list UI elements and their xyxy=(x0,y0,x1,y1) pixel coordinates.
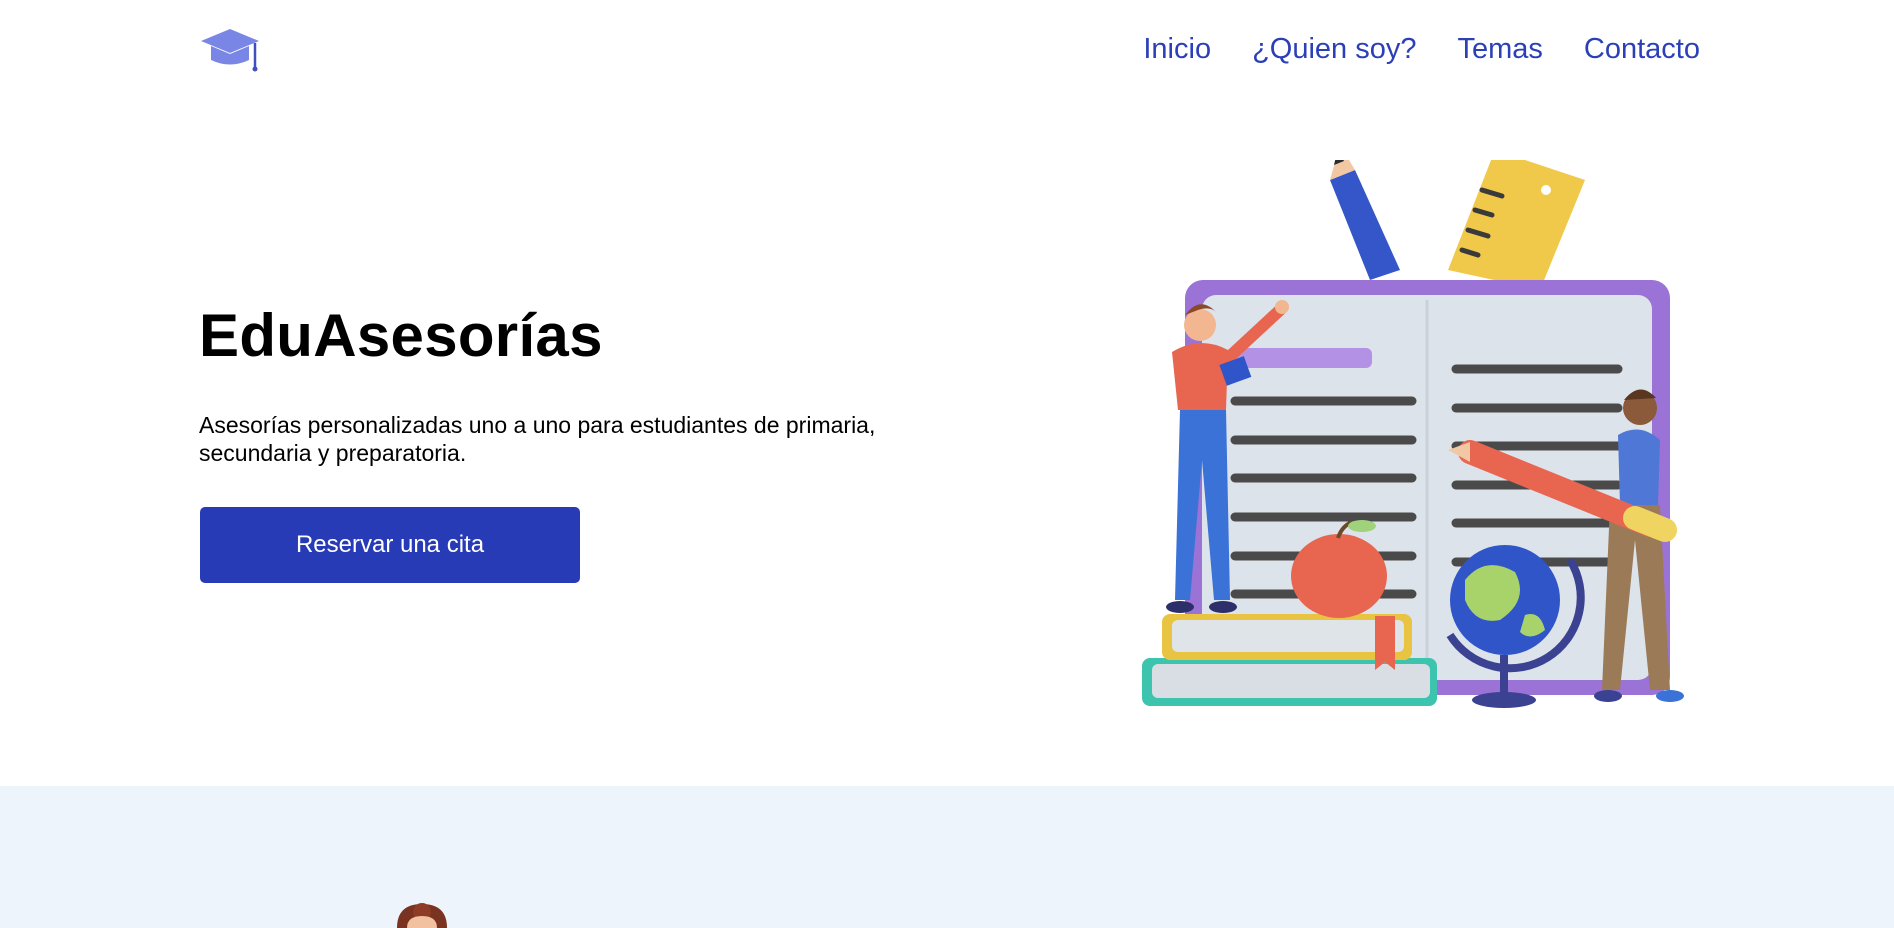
hero-title: EduAsesorías xyxy=(199,302,603,369)
pencil-icon xyxy=(1330,160,1400,280)
nav-link-temas[interactable]: Temas xyxy=(1458,30,1543,68)
nav-link-contacto[interactable]: Contacto xyxy=(1584,30,1700,68)
book-appointment-button[interactable]: Reservar una cita xyxy=(200,507,580,583)
nav-link-inicio[interactable]: Inicio xyxy=(1143,30,1211,68)
hero-subtitle: Asesorías personalizadas uno a uno para … xyxy=(199,412,876,466)
graduation-cap-icon[interactable] xyxy=(199,27,261,75)
avatar xyxy=(397,903,447,928)
main-nav: Inicio ¿Quien soy? Temas Contacto xyxy=(1143,30,1700,68)
about-section-band xyxy=(0,786,1894,928)
education-illustration xyxy=(1142,160,1684,708)
site-header: Inicio ¿Quien soy? Temas Contacto xyxy=(0,0,1894,100)
nav-link-quien-soy[interactable]: ¿Quien soy? xyxy=(1252,30,1416,68)
ruler-icon xyxy=(1448,160,1585,290)
books-stack xyxy=(1142,614,1437,706)
